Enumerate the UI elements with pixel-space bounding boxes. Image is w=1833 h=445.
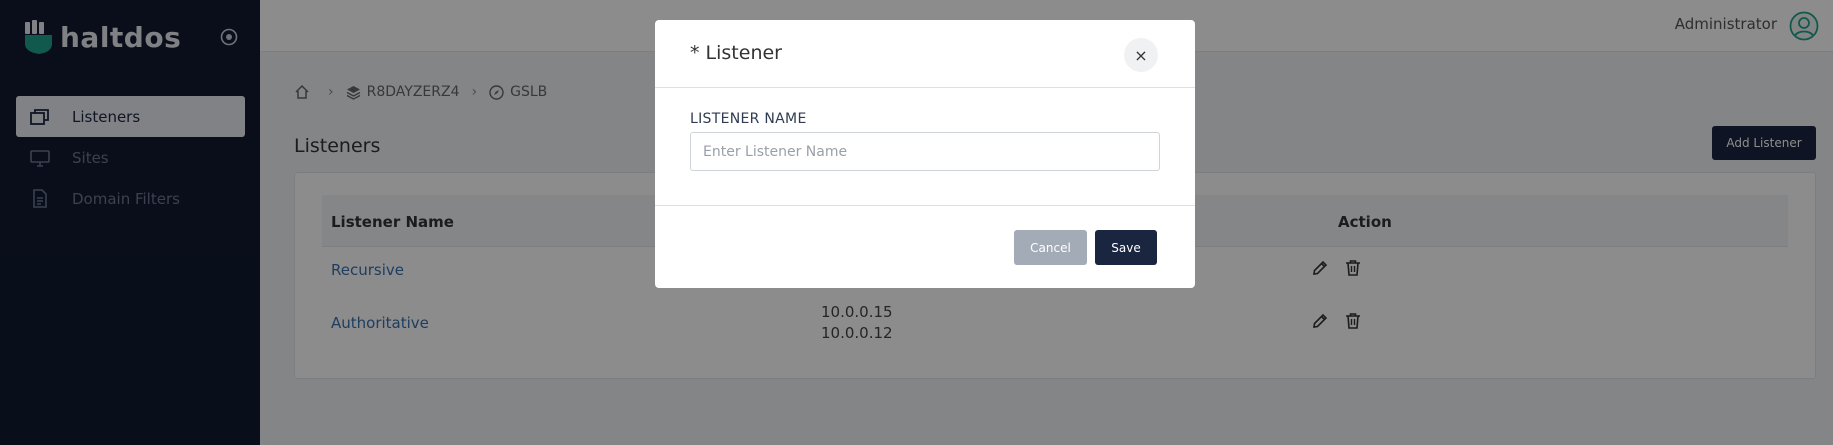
modal-title: * Listener <box>690 42 782 64</box>
modal-footer: Cancel Save <box>655 205 1195 288</box>
listener-name-input[interactable] <box>690 132 1160 171</box>
modal-header: * Listener × <box>655 20 1195 88</box>
close-icon[interactable]: × <box>1124 38 1158 72</box>
cancel-button[interactable]: Cancel <box>1014 230 1087 265</box>
save-button[interactable]: Save <box>1095 230 1157 265</box>
listener-name-label: LISTENER NAME <box>690 111 807 127</box>
listener-modal: * Listener × LISTENER NAME Cancel Save <box>655 20 1195 288</box>
